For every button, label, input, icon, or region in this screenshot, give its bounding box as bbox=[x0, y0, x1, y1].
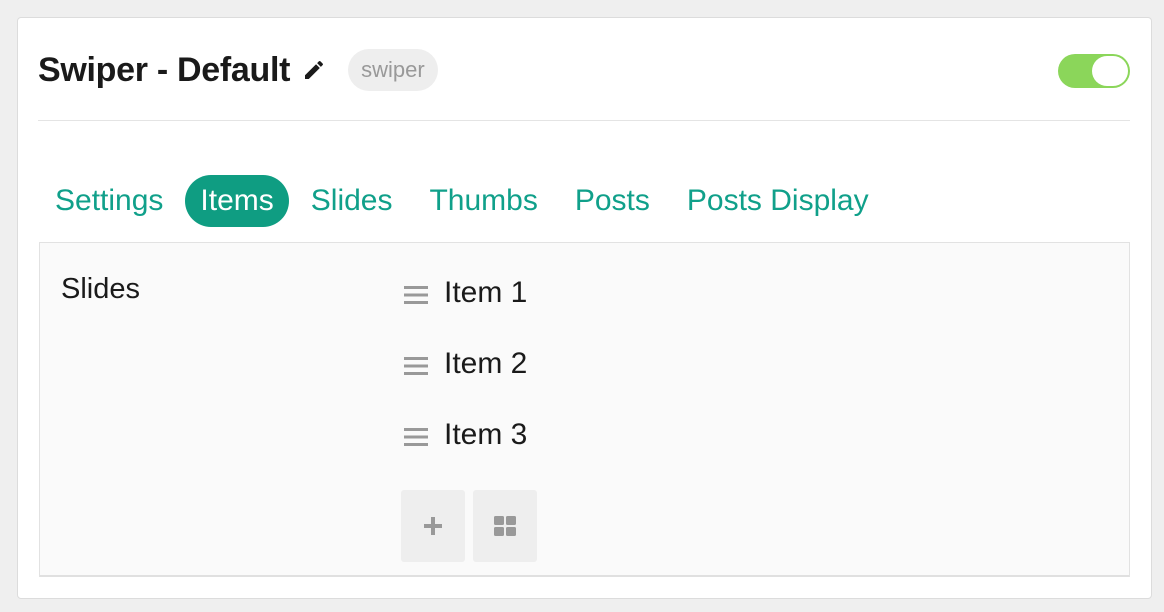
tab-posts-display[interactable]: Posts Display bbox=[672, 175, 884, 227]
list-item[interactable]: Item 3 bbox=[404, 415, 527, 486]
tab-settings[interactable]: Settings bbox=[40, 175, 178, 227]
tab-items[interactable]: Items bbox=[185, 175, 289, 227]
element-card: Swiper - Default swiper Settings Items S… bbox=[17, 17, 1152, 599]
enable-toggle[interactable] bbox=[1058, 54, 1130, 88]
item-label: Item 1 bbox=[444, 276, 528, 309]
grid-icon bbox=[494, 516, 516, 536]
panel-bottom-border bbox=[40, 575, 1129, 577]
list-item[interactable]: Item 1 bbox=[404, 273, 527, 344]
drag-handle-icon[interactable] bbox=[404, 427, 428, 447]
item-list: Item 1 Item 2 Item 3 bbox=[404, 273, 527, 486]
toggle-knob bbox=[1092, 56, 1128, 86]
element-title: Swiper - Default bbox=[38, 50, 291, 89]
item-label: Item 3 bbox=[444, 418, 528, 451]
item-label: Item 2 bbox=[444, 347, 528, 380]
items-panel: Slides Item 1 Item 2 Item 3 bbox=[39, 242, 1130, 577]
field-label: Slides bbox=[61, 273, 140, 305]
add-item-button[interactable] bbox=[401, 490, 465, 562]
list-item[interactable]: Item 2 bbox=[404, 344, 527, 415]
card-header: Swiper - Default swiper bbox=[38, 48, 1130, 92]
tab-posts[interactable]: Posts bbox=[560, 175, 665, 227]
type-badge: swiper bbox=[348, 49, 438, 91]
tab-thumbs[interactable]: Thumbs bbox=[414, 175, 552, 227]
tab-bar: Settings Items Slides Thumbs Posts Posts… bbox=[40, 175, 891, 227]
drag-handle-icon[interactable] bbox=[404, 356, 428, 376]
add-from-template-button[interactable] bbox=[473, 490, 537, 562]
pencil-icon[interactable] bbox=[302, 58, 326, 82]
plus-icon bbox=[424, 517, 442, 535]
drag-handle-icon[interactable] bbox=[404, 285, 428, 305]
tab-slides[interactable]: Slides bbox=[296, 175, 408, 227]
header-divider bbox=[38, 120, 1130, 121]
item-actions bbox=[401, 490, 545, 562]
